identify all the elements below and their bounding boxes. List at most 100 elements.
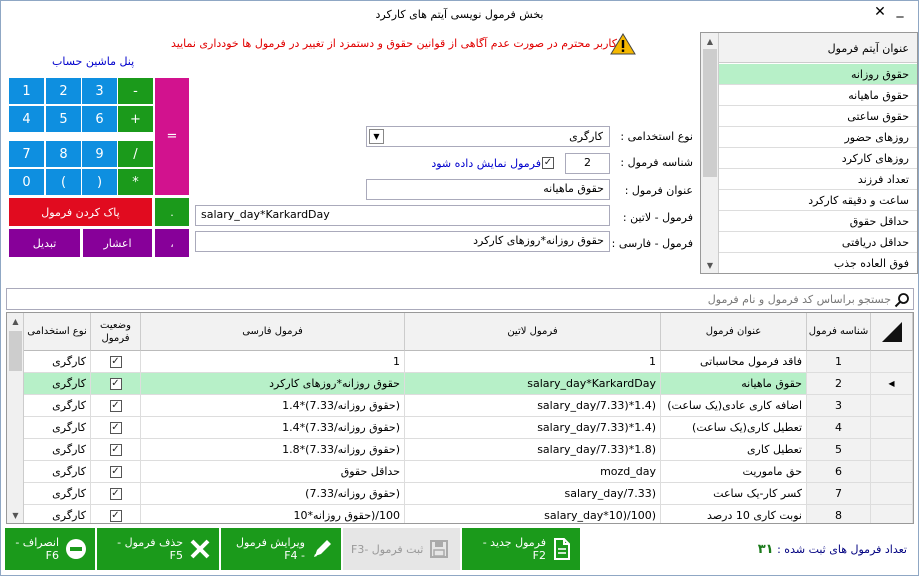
list-item[interactable]: حقوق ماهیانه [719, 85, 917, 106]
edit-formula-button[interactable]: ویرایش فرمول - F4 [221, 528, 341, 570]
new-formula-label: فرمول جدید - F2 [482, 536, 546, 562]
calc-key-13[interactable]: ( [45, 168, 82, 196]
cell-status: ✓ [91, 351, 141, 372]
show-formula-checkbox[interactable]: ✓ [542, 157, 554, 169]
table-row[interactable]: کارگری ✓ (حقوق روزانه/7.33)*1.4 salary_day/… [24, 417, 913, 439]
scroll-thumb[interactable] [9, 331, 22, 371]
delete-formula-label: حذف فرمول - F5 [117, 536, 183, 562]
calc-key-2[interactable]: 3 [81, 77, 118, 105]
latin-formula-input[interactable]: salary_day*KarkardDay [195, 205, 610, 226]
status-checkbox[interactable]: ✓ [109, 421, 122, 434]
select-all-corner[interactable] [871, 313, 913, 351]
table-row[interactable]: کارگری ✓ حقوق روزانه*روزهای کارکرد salary_d… [24, 373, 913, 395]
calc-key-equals[interactable]: = [154, 77, 190, 196]
convert-button[interactable]: تبدیل [8, 228, 81, 258]
list-item[interactable]: حداقل حقوق [719, 211, 917, 232]
calc-key-comma[interactable]: ، [154, 228, 190, 258]
latin-formula-label: فرمول - لاتین : [622, 211, 693, 224]
calc-key-11[interactable]: / [117, 140, 154, 168]
status-checkbox[interactable]: ✓ [109, 487, 122, 500]
search-icon[interactable] [894, 292, 910, 308]
calc-key-9[interactable]: 8 [45, 140, 82, 168]
status-checkbox[interactable]: ✓ [109, 355, 122, 368]
scroll-down-icon[interactable]: ▼ [7, 507, 24, 523]
table-row[interactable]: کارگری ✓ حداقل حقوق mozd_day حق ماموریت 6 [24, 461, 913, 483]
farsi-formula-input[interactable]: حقوق روزانه*روزهای کارکرد [195, 231, 610, 252]
column-header-id[interactable]: شناسه فرمول [807, 313, 871, 351]
warning-icon [610, 33, 636, 55]
calc-key-1[interactable]: 2 [45, 77, 82, 105]
calc-key-12[interactable]: 0 [8, 168, 45, 196]
search-input[interactable]: جستجو براساس کد فرمول و نام فرمول [6, 288, 914, 310]
list-item[interactable]: حداقل دریافتی [719, 232, 917, 253]
new-formula-button[interactable]: فرمول جدید - F2 [462, 528, 580, 570]
cell-status: ✓ [91, 373, 141, 394]
cell-type: کارگری [24, 461, 91, 482]
cell-farsi: (حقوق روزانه/7.33)*1.4 [141, 417, 405, 438]
column-header-type[interactable]: نوع استخدامی [24, 313, 91, 351]
status-checkbox[interactable]: ✓ [109, 399, 122, 412]
calc-key-10[interactable]: 9 [81, 140, 118, 168]
calc-key-0[interactable]: 1 [8, 77, 45, 105]
scroll-up-icon[interactable]: ▲ [701, 33, 719, 49]
cancel-button[interactable]: انصراف - F6 [5, 528, 95, 570]
calc-key-7[interactable]: + [117, 105, 154, 133]
table-row[interactable]: کارگری ✓ 100/(حقوق روزانه*10 salary_day*10)… [24, 505, 913, 523]
employment-type-select[interactable]: کارگری ▼ [366, 126, 610, 147]
item-list-scrollbar[interactable]: ▲ ▼ [701, 33, 719, 273]
formula-title-label: عنوان فرمول : [624, 184, 693, 197]
table-scrollbar[interactable]: ▲ ▼ [7, 313, 24, 523]
cell-type: کارگری [24, 373, 91, 394]
cell-title: حق ماموریت [661, 461, 807, 482]
status-checkbox[interactable]: ✓ [109, 465, 122, 478]
scroll-thumb[interactable] [703, 49, 717, 177]
calc-key-6[interactable]: 6 [81, 105, 118, 133]
column-header-status[interactable]: وضعیت فرمول [91, 313, 141, 351]
list-item[interactable]: حقوق ساعتی [719, 106, 917, 127]
column-header-latin[interactable]: فرمول لاتین [405, 313, 661, 351]
formula-id-input[interactable]: 2 [565, 153, 610, 174]
list-item[interactable]: ساعت و دقیقه کارکرد [719, 190, 917, 211]
status-checkbox[interactable]: ✓ [109, 509, 122, 522]
list-item[interactable]: تعداد فرزند [719, 169, 917, 190]
scroll-up-icon[interactable]: ▲ [7, 313, 24, 329]
scroll-down-icon[interactable]: ▼ [701, 257, 719, 273]
employment-type-label: نوع استخدامی : [620, 130, 693, 143]
calc-key-4[interactable]: 4 [8, 105, 45, 133]
table-row[interactable]: کارگری ✓ (حقوق روزانه/7.33) salary_day/7.33… [24, 483, 913, 505]
formula-title-input[interactable]: حقوق ماهیانه [366, 179, 610, 200]
column-header-farsi[interactable]: فرمول فارسی [141, 313, 405, 351]
row-indicator: ◀ [871, 373, 913, 394]
calc-key-5[interactable]: 5 [45, 105, 82, 133]
chevron-down-icon[interactable]: ▼ [369, 129, 384, 144]
cell-id: 1 [807, 351, 871, 372]
row-indicator [871, 351, 913, 372]
calc-key-14[interactable]: ) [81, 168, 118, 196]
formula-item-list: عنوان آیتم فرمول حقوق روزانه حقوق ماهیانه… [700, 32, 918, 274]
clear-formula-button[interactable]: پاک کردن فرمول [8, 197, 153, 227]
table-row[interactable]: کارگری ✓ (حقوق روزانه/7.33)*1.8 salary_day/… [24, 439, 913, 461]
delete-formula-button[interactable]: حذف فرمول - F5 [97, 528, 219, 570]
table-row[interactable]: کارگری ✓ (حقوق روزانه/7.33)*1.4 salary_day/… [24, 395, 913, 417]
column-header-title[interactable]: عنوان فرمول [661, 313, 807, 351]
cell-latin: 1 [405, 351, 661, 372]
calc-key-8[interactable]: 7 [8, 140, 45, 168]
close-icon[interactable]: ✕ [873, 4, 887, 20]
cell-farsi: 100/(حقوق روزانه*10 [141, 505, 405, 523]
list-item[interactable]: حقوق روزانه [719, 64, 917, 85]
status-checkbox[interactable]: ✓ [109, 443, 122, 456]
cell-latin: mozd_day [405, 461, 661, 482]
cell-status: ✓ [91, 417, 141, 438]
status-checkbox[interactable]: ✓ [109, 377, 122, 390]
decimal-button[interactable]: اعشار [82, 228, 153, 258]
calc-key-3[interactable]: - [117, 77, 154, 105]
calc-key-dot[interactable]: . [154, 197, 190, 227]
list-item[interactable]: فوق العاده جذب [719, 253, 917, 273]
cell-id: 4 [807, 417, 871, 438]
save-formula-button[interactable]: ثبت فرمول -F3 [343, 528, 460, 570]
list-item[interactable]: روزهای کارکرد [719, 148, 917, 169]
table-row[interactable]: کارگری ✓ 1 1 فاقد فرمول محاسباتی 1 [24, 351, 913, 373]
list-item[interactable]: روزهای حضور [719, 127, 917, 148]
minimize-icon[interactable]: _ [893, 2, 907, 18]
calc-key-15[interactable]: * [117, 168, 154, 196]
